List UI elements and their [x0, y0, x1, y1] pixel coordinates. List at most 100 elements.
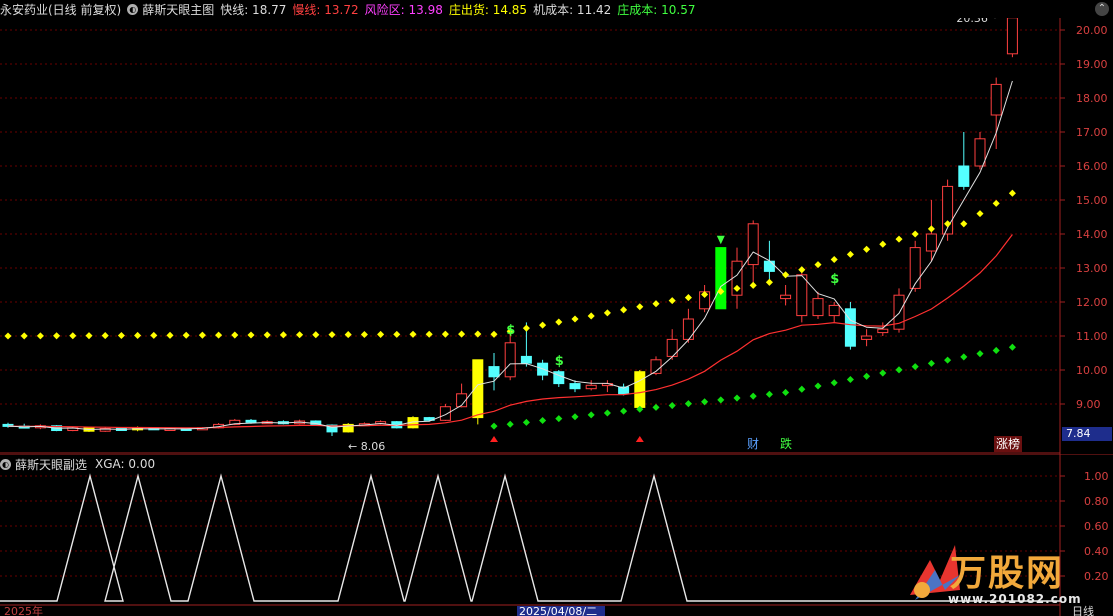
dealer-selling-dot [69, 332, 77, 340]
dealer-cost-dot [1008, 343, 1016, 351]
dealer-selling-dot [166, 331, 174, 339]
candle-body [245, 419, 257, 423]
price-tick-label: 13.00 [1076, 262, 1108, 275]
dealer-selling-dot [603, 309, 611, 317]
brand-text: 万股网 [950, 553, 1065, 594]
dealer-selling-dot [960, 220, 968, 228]
price-tick-label: 20.00 [1076, 24, 1108, 37]
sub-tick-label: 1.00 [1084, 470, 1109, 483]
brand-url: www.201082.com [948, 592, 1082, 606]
dealer-selling-dot [652, 300, 660, 308]
price-tick-label: 14.00 [1076, 228, 1108, 241]
dealer-cost-dot [522, 418, 530, 426]
candle-body [1006, 18, 1018, 55]
dealer-cost-dot [911, 363, 919, 371]
dealer-selling-dot [490, 330, 498, 338]
dealer-selling-dot [117, 331, 125, 340]
chart-header: 永安药业(日线 前复权) ◐ 薛斯天眼主图 快线: 18.77 慢线: 13.7… [0, 0, 1060, 18]
candle-body [682, 318, 694, 340]
dealer-selling-dot [441, 330, 449, 338]
dealer-cost-dot [539, 416, 547, 425]
candle-body [715, 247, 727, 310]
dealer-cost-dot [992, 346, 1000, 354]
dealer-selling-dot [765, 278, 773, 286]
dealer-selling-dot [830, 255, 838, 264]
marker-cai: 财 [747, 437, 759, 451]
indicator-risk-zone: 风险区: 13.98 [364, 2, 443, 17]
candle-body [520, 355, 532, 364]
dealer-selling-dot [587, 312, 595, 320]
dealer-cost-dot [944, 356, 952, 364]
candle-body [925, 233, 937, 252]
main-price-chart[interactable]: 20.00 19.00 18.00 17.00 16.00 15.00 14.00 13.00… [0, 18, 1113, 454]
dealer-selling-dot [620, 306, 628, 314]
dealer-selling-dot [150, 331, 158, 339]
price-tick-label: 15.00 [1076, 194, 1108, 207]
dealer-cost-dot [668, 401, 676, 410]
buy-signal-icon [490, 436, 498, 442]
dealer-selling-dot [134, 331, 142, 339]
current-price-tag: 7.84 [1062, 427, 1112, 441]
candle-body [844, 308, 856, 347]
dealer-cost-dot [976, 350, 984, 358]
dealer-selling-dot [668, 297, 676, 305]
dealer-cost-dot [717, 396, 725, 404]
candle-body [974, 138, 986, 167]
dealer-selling-dot [231, 331, 239, 339]
dealer-selling-dot [279, 331, 287, 339]
date-cursor-label: 2025/04/08/二 [519, 605, 597, 616]
dealer-selling-dot [636, 303, 644, 311]
dealer-cost-dot [620, 407, 628, 415]
indicator-name[interactable]: 薛斯天眼主图 [142, 1, 214, 18]
marker-die: 跌 [780, 436, 792, 451]
candle-body [812, 298, 824, 317]
indicator-institution-cost: 机成本: 11.42 [533, 2, 612, 17]
dealer-selling-dot [344, 331, 352, 339]
candle-body [747, 223, 759, 266]
dealer-cost-dot [571, 413, 579, 421]
dealer-cost-dot [652, 403, 660, 411]
candle-body [585, 384, 597, 390]
dealer-selling-dot [20, 332, 28, 340]
collapse-icon[interactable]: ⌃ [1095, 2, 1109, 16]
dealer-cost-dot [798, 385, 806, 393]
stock-title: 永安药业(日线 前复权) [0, 2, 122, 17]
dealer-cost-dot [927, 359, 935, 367]
dealer-selling-dot [425, 330, 433, 338]
dealer-selling-dot [458, 330, 466, 338]
dealer-selling-dot [263, 331, 271, 339]
dealer-selling-dot [927, 225, 935, 233]
dealer-selling-dot [360, 330, 368, 339]
price-tick-label: 19.00 [1076, 58, 1108, 71]
dealer-selling-dot [555, 318, 563, 326]
dealer-selling-dot [879, 240, 887, 248]
dealer-selling-dot [798, 266, 806, 274]
dealer-selling-dot [571, 315, 579, 323]
candle-body [909, 247, 921, 289]
dealer-cost-dot [749, 392, 757, 400]
candle-body [958, 165, 970, 187]
dealer-cost-dot [555, 415, 563, 423]
dealer-selling-dot [328, 331, 336, 339]
dealer-selling-dot [976, 210, 984, 218]
candle-body [780, 294, 792, 300]
dealer-selling-dot [182, 331, 190, 339]
settings-circle-icon[interactable]: ◐ [127, 3, 139, 15]
dollar-signal-icon: $ [830, 272, 839, 287]
dollar-signal-icon: $ [555, 354, 564, 369]
dealer-selling-dot [895, 235, 903, 243]
dealer-cost-dot [587, 411, 595, 419]
dealer-selling-dot [198, 331, 206, 339]
dollar-signal-icon: $ [506, 323, 515, 338]
dealer-selling-dot [377, 330, 385, 338]
candle-body [504, 342, 516, 378]
price-tick-label: 10.00 [1076, 364, 1108, 377]
indicator-dealer-cost: 庄成本: 10.57 [617, 2, 696, 17]
buy-signal-icon [635, 436, 644, 442]
dealer-selling-dot [474, 330, 482, 338]
dealer-selling-dot [101, 332, 109, 340]
dealer-selling-dot [312, 331, 320, 339]
price-tick-label: 9.00 [1076, 398, 1101, 411]
dealer-cost-dot [846, 375, 854, 384]
candle-body [634, 371, 646, 408]
